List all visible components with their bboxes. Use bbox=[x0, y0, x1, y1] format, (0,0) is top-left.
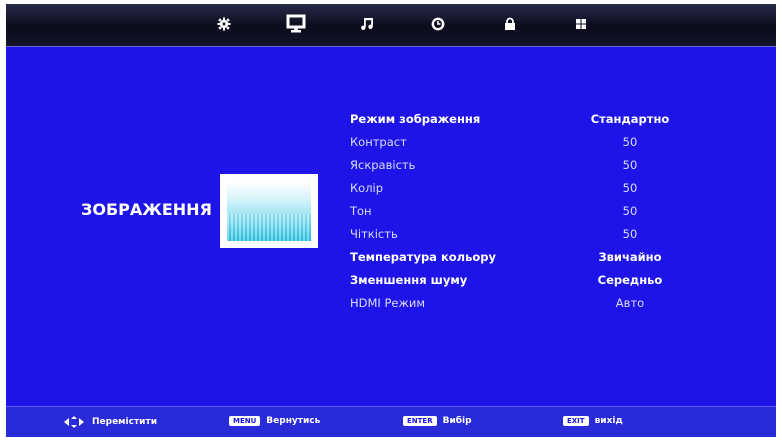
hint-move: Перемістити bbox=[64, 416, 157, 428]
setting-value: Стандартно bbox=[590, 112, 670, 126]
tab-lock[interactable] bbox=[496, 10, 524, 38]
hint-back-label: Вернутись bbox=[266, 416, 321, 426]
picture-preview-icon bbox=[227, 181, 311, 241]
setting-label: Режим зображення bbox=[350, 112, 481, 126]
hint-back: MENU Вернутись bbox=[229, 416, 320, 426]
gear-icon bbox=[217, 17, 231, 31]
clock-icon bbox=[431, 17, 445, 31]
setting-label: Колір bbox=[350, 181, 384, 195]
setting-color[interactable]: Колір 50 bbox=[350, 177, 700, 200]
tab-apps[interactable] bbox=[567, 10, 595, 38]
setting-hdmi-mode[interactable]: HDMI Режим Авто bbox=[350, 292, 700, 315]
picture-thumbnail bbox=[220, 174, 318, 248]
hint-select-label: Вибір bbox=[442, 416, 472, 426]
setting-value: Звичайно bbox=[598, 250, 662, 264]
tab-sound[interactable] bbox=[353, 10, 381, 38]
dpad-arrows-icon bbox=[64, 416, 84, 428]
menu-key-badge: MENU bbox=[229, 416, 261, 426]
setting-value: 50 bbox=[622, 181, 638, 195]
setting-contrast[interactable]: Контраст 50 bbox=[350, 131, 700, 154]
section-title: ЗОБРАЖЕННЯ bbox=[81, 200, 212, 219]
setting-label: Тон bbox=[350, 204, 372, 218]
bottom-hint-bar: Перемістити MENU Вернутись ENTER Вибір E… bbox=[6, 406, 776, 437]
grid-icon bbox=[576, 19, 586, 29]
music-note-icon bbox=[361, 18, 373, 30]
tab-time[interactable] bbox=[424, 10, 452, 38]
monitor-icon bbox=[286, 14, 306, 33]
exit-key-badge: EXIT bbox=[563, 416, 589, 426]
hint-move-label: Перемістити bbox=[92, 417, 158, 427]
setting-tint[interactable]: Тон 50 bbox=[350, 200, 700, 223]
setting-value: Авто bbox=[615, 296, 645, 310]
setting-label: Чіткість bbox=[350, 227, 398, 241]
tv-menu-screen: ЗОБРАЖЕННЯ Режим зображення Стандартно К… bbox=[6, 4, 776, 437]
top-menu-bar bbox=[6, 4, 776, 47]
setting-noise-reduction[interactable]: Зменшення шуму Середньо bbox=[350, 269, 700, 292]
hint-exit-label: вихід bbox=[594, 416, 623, 426]
setting-value: Середньо bbox=[597, 273, 663, 287]
tab-setup[interactable] bbox=[210, 10, 238, 38]
setting-label: Зменшення шуму bbox=[350, 273, 468, 287]
setting-value: 50 bbox=[622, 135, 638, 149]
hint-select: ENTER Вибір bbox=[403, 416, 472, 426]
setting-picture-mode[interactable]: Режим зображення Стандартно bbox=[350, 108, 700, 131]
setting-label: HDMI Режим bbox=[350, 296, 425, 310]
enter-key-badge: ENTER bbox=[403, 416, 437, 426]
setting-value: 50 bbox=[622, 204, 638, 218]
tab-picture[interactable] bbox=[282, 10, 310, 38]
settings-list: Режим зображення Стандартно Контраст 50 … bbox=[350, 108, 700, 315]
lock-icon bbox=[505, 17, 515, 30]
setting-value: 50 bbox=[622, 158, 638, 172]
setting-sharpness[interactable]: Чіткість 50 bbox=[350, 223, 700, 246]
setting-label: Контраст bbox=[350, 135, 407, 149]
setting-label: Температура кольору bbox=[350, 250, 496, 264]
setting-value: 50 bbox=[622, 227, 638, 241]
hint-exit: EXIT вихід bbox=[563, 416, 623, 426]
setting-label: Яскравість bbox=[350, 158, 416, 172]
setting-color-temperature[interactable]: Температура кольору Звичайно bbox=[350, 246, 700, 269]
setting-brightness[interactable]: Яскравість 50 bbox=[350, 154, 700, 177]
